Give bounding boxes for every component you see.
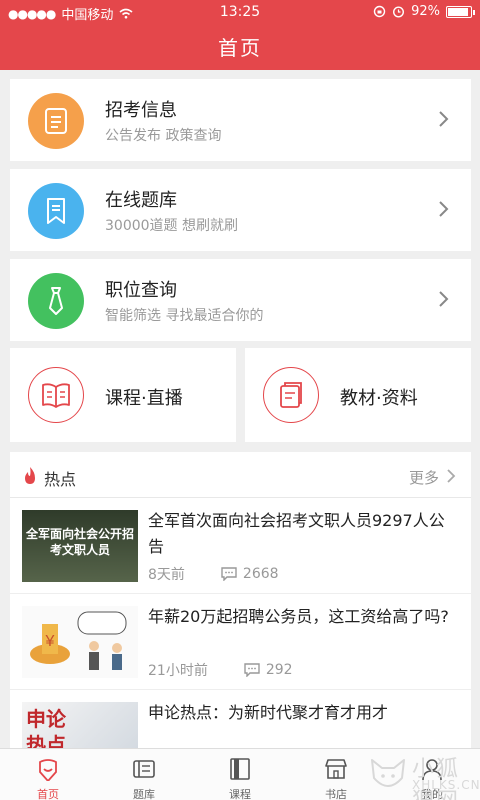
tab-label: 书店: [325, 788, 347, 800]
menu-item-title: 职位查询: [105, 280, 177, 301]
news-thumbnail-caption: 全军面向社会公开招考文职人员: [26, 527, 135, 557]
quiz-icon: [133, 760, 155, 778]
news-comment-count: 292: [265, 662, 293, 678]
tab-label: 课程: [229, 788, 251, 800]
quick-entry-icon-ring: [28, 367, 84, 423]
tab-courses[interactable]: 课程: [192, 749, 288, 800]
tab-home[interactable]: 首页: [0, 749, 96, 800]
course-icon: [230, 758, 250, 780]
tab-profile[interactable]: 我的: [384, 749, 480, 800]
status-bar: ●●●●● 中国移动 13:25 92%: [0, 0, 480, 24]
menu-item-exam-info[interactable]: 招考信息 公告发布 政策查询: [10, 79, 471, 161]
news-thumbnail: ¥: [22, 606, 138, 678]
bookmark-icon: [47, 198, 65, 224]
news-title: 申论热点：为新时代聚才育才用才: [148, 703, 389, 722]
tie-icon: [49, 287, 63, 315]
battery-icon: [446, 5, 475, 18]
hot-topics-title: 热点: [44, 470, 77, 489]
chevron-right-icon[interactable]: [445, 469, 457, 483]
menu-item-subtitle: 30000道题 想刷就刷: [105, 218, 238, 234]
tab-bar: 首页 题库 课程 书店 我的: [0, 748, 480, 800]
news-title: 全军首次面向社会招考文职人员9297人公告: [148, 511, 445, 556]
svg-text:¥: ¥: [45, 633, 55, 650]
quick-entry-materials[interactable]: 教材·资料: [245, 348, 471, 442]
battery-percent: 92%: [411, 4, 440, 19]
news-title: 年薪20万起招聘公务员，这工资给高了吗?: [148, 607, 449, 626]
rotation-lock-icon: [373, 5, 386, 18]
menu-item-icon-bg: [28, 183, 84, 239]
notes-icon: [280, 382, 302, 408]
page-title: 首页: [218, 36, 262, 60]
news-thumbnail: 申论热点: [22, 702, 138, 748]
menu-item-subtitle: 智能筛选 寻找最适合你的: [105, 308, 264, 324]
quick-entry-courses-live[interactable]: 课程·直播: [10, 348, 236, 442]
more-link[interactable]: 更多: [409, 467, 439, 488]
tab-label: 题库: [133, 788, 155, 800]
menu-item-icon-bg: [28, 93, 84, 149]
news-time: 8天前: [148, 567, 185, 583]
news-item[interactable]: 申论热点 申论热点：为新时代聚才育才用才: [10, 690, 471, 748]
menu-item-title: 招考信息: [105, 100, 177, 121]
chevron-right-icon: [439, 111, 449, 127]
menu-item-icon-bg: [28, 273, 84, 329]
menu-item-subtitle: 公告发布 政策查询: [105, 128, 222, 144]
flame-icon: [25, 467, 35, 484]
hot-topics-header: 热点 更多: [10, 452, 471, 498]
menu-item-question-bank[interactable]: 在线题库 30000道题 想刷就刷: [10, 169, 471, 251]
tab-label: 首页: [37, 788, 59, 800]
news-comment-count: 2668: [242, 566, 279, 582]
tab-bookstore[interactable]: 书店: [288, 749, 384, 800]
menu-item-job-search[interactable]: 职位查询 智能筛选 寻找最适合你的: [10, 259, 471, 341]
tab-question-bank[interactable]: 题库: [96, 749, 192, 800]
home-icon: [39, 759, 57, 781]
news-item[interactable]: ¥ 年薪20万起招聘公务员，这工资给高了吗? 21小时前 292: [10, 594, 471, 690]
chevron-right-icon: [439, 201, 449, 217]
quick-entry-label: 教材·资料: [340, 388, 418, 409]
open-book-icon: [42, 383, 70, 408]
profile-icon: [422, 759, 442, 781]
news-meta: 8天前 2668: [148, 564, 279, 584]
quick-entry-label: 课程·直播: [105, 388, 183, 409]
news-item[interactable]: 全军面向社会公开招考文职人员 全军首次面向社会招考文职人员9297人公告 8天前…: [10, 498, 471, 594]
hot-topics-section: 热点 更多 全军面向社会公开招考文职人员 全军首次面向社会招考文职人员9297人…: [10, 452, 471, 748]
chevron-right-icon: [439, 291, 449, 307]
tab-label: 我的: [421, 788, 443, 800]
header: ●●●●● 中国移动 13:25 92% 首页: [0, 0, 480, 70]
news-thumbnail-caption: 申论热点: [26, 707, 66, 748]
comment-icon: [244, 663, 260, 677]
alarm-icon: [393, 6, 405, 18]
document-icon: [45, 108, 67, 134]
news-meta: 21小时前 292: [148, 660, 293, 680]
news-time: 21小时前: [148, 663, 208, 679]
quick-entry-icon-ring: [263, 367, 319, 423]
news-thumbnail: 全军面向社会公开招考文职人员: [22, 510, 138, 582]
store-icon: [325, 759, 347, 779]
comment-icon: [221, 567, 237, 581]
menu-item-title: 在线题库: [105, 190, 177, 211]
salary-illustration: ¥: [30, 611, 127, 670]
